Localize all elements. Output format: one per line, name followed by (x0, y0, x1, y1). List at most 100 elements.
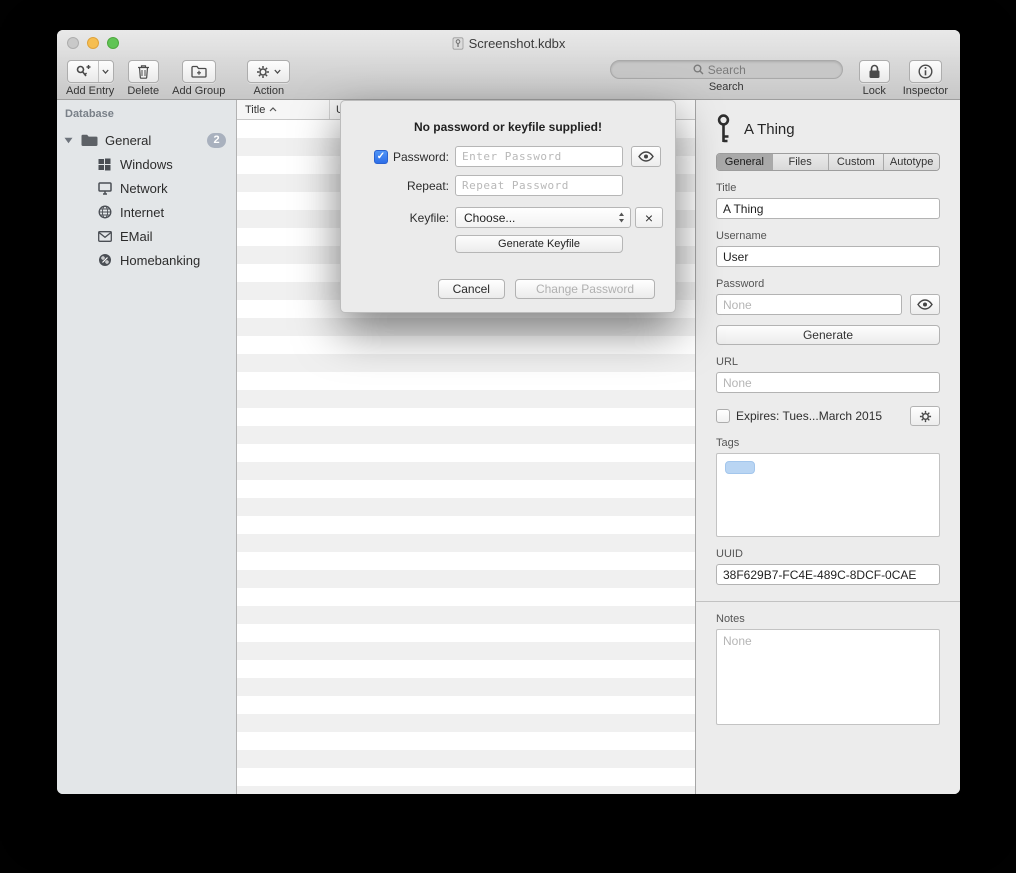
add-entry-button[interactable] (67, 60, 114, 83)
username-label: Username (716, 230, 940, 242)
monitor-icon (96, 182, 113, 195)
generate-keyfile-button[interactable]: Generate Keyfile (455, 235, 623, 253)
inspector-button[interactable] (909, 60, 942, 83)
entry-title: A Thing (744, 121, 795, 138)
add-group-button[interactable] (182, 60, 216, 83)
sidebar-section-header: Database (57, 108, 236, 128)
reveal-password-button[interactable] (910, 294, 940, 315)
add-entry-label: Add Entry (66, 85, 114, 97)
uuid-label: UUID (716, 548, 940, 560)
lock-button[interactable] (859, 60, 890, 83)
search-input[interactable] (708, 63, 760, 77)
sidebar-item-network[interactable]: Network (57, 176, 236, 200)
keyfile-popup[interactable]: Choose... (455, 207, 631, 228)
sidebar-item-windows[interactable]: Windows (57, 152, 236, 176)
folder-plus-icon (191, 65, 207, 78)
action-button[interactable] (247, 60, 290, 83)
add-group-group: Add Group (172, 60, 225, 97)
popup-stepper-icon (618, 212, 625, 223)
title-label: Title (716, 182, 940, 194)
generate-button[interactable]: Generate (716, 325, 940, 345)
sidebar-item-internet[interactable]: Internet (57, 200, 236, 224)
sidebar-item-email[interactable]: EMail (57, 224, 236, 248)
inspector-group: Inspector (903, 60, 948, 97)
sidebar-item-label: Windows (120, 157, 173, 172)
add-entry-dropdown[interactable] (98, 61, 113, 82)
chevron-down-icon (274, 69, 281, 74)
notes-field[interactable] (716, 629, 940, 725)
titlebar[interactable]: Screenshot.kdbx (57, 30, 960, 57)
expires-checkbox[interactable] (716, 409, 730, 423)
dialog-buttons: Cancel Change Password (438, 279, 655, 299)
dialog-reveal-password-button[interactable] (631, 146, 661, 167)
enter-password-field[interactable] (455, 146, 623, 167)
expires-label: Expires: Tues...March 2015 (736, 409, 882, 423)
title-field[interactable] (716, 198, 940, 219)
gear-icon (919, 410, 932, 423)
tag-chip[interactable] (725, 461, 755, 474)
zoom-button[interactable] (107, 37, 119, 49)
globe-icon (96, 205, 113, 219)
traffic-lights (67, 37, 119, 49)
repeat-row: Repeat: (361, 175, 675, 196)
sort-asc-icon (269, 107, 277, 112)
inspector-label: Inspector (903, 85, 948, 97)
dialog-keyfile-label: Keyfile: (410, 211, 449, 225)
envelope-icon (96, 231, 113, 242)
minimize-button[interactable] (87, 37, 99, 49)
password-checkbox[interactable]: ✓ (374, 150, 388, 164)
url-label: URL (716, 356, 940, 368)
notes-label: Notes (716, 613, 940, 625)
url-field[interactable] (716, 372, 940, 393)
inspector-panel: A Thing General Files Custom Autotype Ti… (695, 100, 960, 794)
lock-group: Lock (859, 60, 890, 97)
inspector-tabs: General Files Custom Autotype (716, 153, 940, 171)
trash-icon (137, 64, 150, 79)
tab-files[interactable]: Files (773, 154, 829, 170)
column-header-title[interactable]: Title (237, 104, 329, 116)
gear-icon (256, 65, 270, 79)
tags-label: Tags (716, 437, 940, 449)
entry-count-badge: 2 (207, 133, 226, 148)
delete-label: Delete (127, 85, 159, 97)
document-proxy-icon (452, 37, 464, 50)
tab-general[interactable]: General (717, 154, 773, 170)
clear-keyfile-button[interactable]: × (635, 207, 663, 228)
sidebar-item-label: Network (120, 181, 168, 196)
search-field[interactable] (610, 60, 843, 79)
repeat-password-field[interactable] (455, 175, 623, 196)
action-label: Action (254, 85, 285, 97)
dialog-message: No password or keyfile supplied! (341, 120, 675, 134)
change-password-dialog: No password or keyfile supplied! ✓ Passw… (340, 100, 676, 313)
disclosure-triangle-icon[interactable] (64, 137, 74, 144)
key-plus-icon (68, 61, 98, 82)
password-field[interactable] (716, 294, 902, 315)
username-field[interactable] (716, 246, 940, 267)
search-icon (693, 64, 704, 75)
change-password-button[interactable]: Change Password (515, 279, 655, 299)
sidebar-item-homebanking[interactable]: Homebanking (57, 248, 236, 272)
password-label: Password (716, 278, 940, 290)
expires-settings-button[interactable] (910, 406, 940, 426)
column-title-label: Title (245, 104, 265, 116)
close-button[interactable] (67, 37, 79, 49)
sidebar-item-label: Homebanking (120, 253, 200, 268)
uuid-field[interactable] (716, 564, 940, 585)
tab-autotype[interactable]: Autotype (884, 154, 939, 170)
cancel-button[interactable]: Cancel (438, 279, 505, 299)
info-icon (918, 64, 933, 79)
eye-icon (638, 151, 654, 162)
delete-button[interactable] (128, 60, 159, 83)
app-window: Screenshot.kdbx Add Entry (57, 30, 960, 794)
sidebar-group-general[interactable]: General 2 (57, 128, 236, 152)
sidebar-item-label: Internet (120, 205, 164, 220)
dialog-repeat-label: Repeat: (407, 179, 449, 193)
add-group-label: Add Group (172, 85, 225, 97)
search-group: Search (610, 60, 843, 93)
lock-label: Lock (863, 85, 886, 97)
keyfile-popup-value: Choose... (464, 211, 515, 225)
dialog-password-label: Password: (393, 150, 449, 164)
tags-box[interactable] (716, 453, 940, 537)
keyfile-row: Keyfile: Choose... × (361, 207, 675, 228)
tab-custom[interactable]: Custom (829, 154, 885, 170)
